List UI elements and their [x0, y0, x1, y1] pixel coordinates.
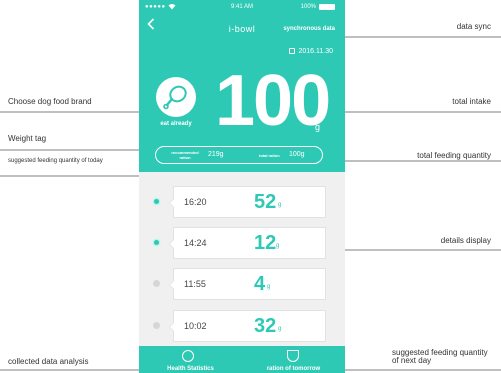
record-unit: g: [278, 202, 282, 208]
total-ration-value: 100g: [289, 151, 305, 158]
annotation-collected-analysis: collected data analysis: [8, 357, 89, 366]
record-amount: 12: [254, 232, 277, 254]
record-unit: g: [276, 243, 280, 249]
record-time: 16:20: [184, 197, 207, 207]
battery-icon: [319, 4, 335, 10]
eat-already-label: eat already: [160, 121, 192, 127]
sync-button[interactable]: synchronous data: [283, 26, 335, 32]
bowl-icon: [287, 350, 299, 362]
tab-label: Health Statistics: [167, 366, 214, 372]
record-amount: 52: [254, 191, 277, 213]
record-card[interactable]: 16:20 52 g: [169, 186, 326, 218]
record-time: 14:24: [184, 238, 207, 248]
annotation-weight-tag: Weight tag: [8, 134, 47, 143]
feeding-record: 14:24 12 g: [139, 227, 345, 259]
feeding-record: 10:02 32 g: [139, 310, 345, 342]
ration-summary: recommended ration 219g total ration 100…: [155, 146, 323, 164]
tab-health-statistics[interactable]: Health Statistics: [139, 346, 242, 373]
annotation-suggested-next-day: suggested feeding quantity of next day: [392, 348, 488, 365]
record-card[interactable]: 11:55 4 g: [169, 268, 326, 300]
timeline-dot: [153, 322, 160, 329]
record-card[interactable]: 10:02 32 g: [169, 310, 326, 342]
calendar-icon: [289, 48, 296, 54]
annotation-details-display: details display: [440, 236, 491, 245]
tab-bar: Health Statistics ration of tomorrow: [139, 346, 345, 373]
annotation-choose-brand: Choose dog food brand: [8, 97, 92, 106]
tab-label: ration of tomorrow: [266, 366, 321, 372]
pie-chart-icon: [182, 350, 194, 362]
record-card[interactable]: 14:24 12 g: [169, 227, 326, 259]
summary-header: ●●●●● 9:41 AM 100% i-bowl synchronous da…: [139, 0, 345, 172]
drumstick-icon: [163, 85, 187, 110]
annotation-total-intake: total intake: [452, 97, 491, 106]
total-intake-value: 100: [215, 61, 331, 141]
battery-percent: 100%: [300, 4, 316, 10]
record-amount: 32: [254, 315, 277, 337]
tab-ration-of-tomorrow[interactable]: ration of tomorrow: [242, 346, 345, 373]
record-time: 11:55: [184, 279, 206, 289]
annotation-suggested-today: suggested feeding quantity of today: [8, 158, 103, 164]
feeding-record: 16:20 52 g: [139, 186, 345, 218]
annotation-data-sync: data sync: [456, 22, 491, 31]
total-intake-unit: g: [315, 122, 321, 132]
date-display[interactable]: 2016.11.30: [289, 48, 333, 55]
timeline-dot: [153, 280, 160, 287]
record-amount: 4: [254, 273, 266, 295]
feeding-record: 11:55 4 g: [139, 268, 345, 300]
timeline-dot: [153, 198, 160, 205]
record-time: 10:02: [184, 321, 207, 331]
timeline-dot: [153, 239, 160, 246]
annotation-total-feeding: total feeding quantity: [417, 151, 491, 160]
date-text: 2016.11.30: [298, 48, 333, 55]
dog-food-brand-button[interactable]: [156, 77, 196, 117]
recommended-ration-value: 219g: [208, 151, 224, 158]
record-unit: g: [278, 326, 282, 332]
record-unit: g: [267, 284, 271, 290]
total-ration-label: total ration: [259, 153, 280, 158]
status-bar: ●●●●● 9:41 AM 100%: [139, 0, 345, 14]
phone-screen: ●●●●● 9:41 AM 100% i-bowl synchronous da…: [139, 0, 345, 373]
recommended-ration-label: recommended ration: [171, 150, 199, 160]
